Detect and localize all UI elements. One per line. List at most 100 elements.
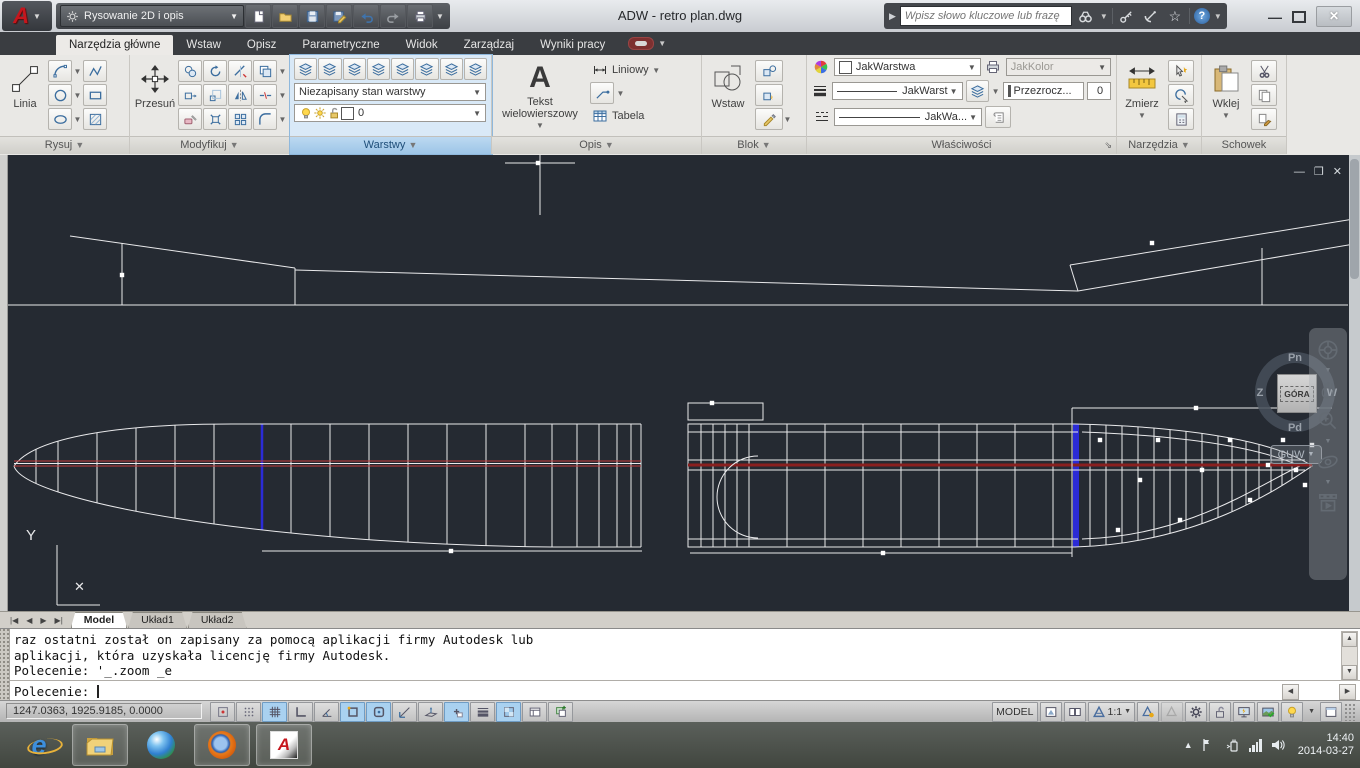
quick-select-button[interactable]: [1168, 60, 1194, 82]
layer-properties-button[interactable]: [294, 58, 317, 80]
isolate-objects-button[interactable]: [1257, 702, 1279, 722]
circle-tool-button[interactable]: [48, 84, 72, 106]
calculator-button[interactable]: [1168, 108, 1194, 130]
chevron-down-icon[interactable]: ▼: [1325, 368, 1332, 373]
edit-attributes-button[interactable]: [755, 108, 783, 130]
pan-hand-icon[interactable]: [1316, 379, 1340, 403]
command-scrollbar[interactable]: ▲ ▼: [1341, 631, 1358, 681]
viewcube-north-label[interactable]: Pn: [1288, 352, 1302, 364]
status-menu-button[interactable]: ▼: [1305, 703, 1318, 721]
scroll-up-icon[interactable]: ▲: [1342, 632, 1357, 647]
measure-button[interactable]: Zmierz ▼: [1119, 57, 1165, 130]
search-binoculars-icon[interactable]: [1076, 7, 1096, 25]
zoom-icon[interactable]: [1316, 409, 1340, 433]
stretch-button[interactable]: [178, 84, 202, 106]
transparency-dropdown[interactable]: ▼: [992, 87, 1000, 96]
leader-dropdown[interactable]: ▼: [616, 89, 625, 98]
prev-layout-button[interactable]: ◀: [22, 613, 36, 628]
volume-icon[interactable]: [1270, 738, 1286, 752]
transparency-value[interactable]: 0: [1087, 82, 1111, 100]
ellipse-tool-button[interactable]: [48, 108, 72, 130]
search-input[interactable]: [900, 6, 1072, 26]
panel-label-utilities[interactable]: Narzędzia ▼: [1117, 136, 1201, 154]
viewcube-south-label[interactable]: Pd: [1288, 422, 1302, 434]
toolbar-lock-button[interactable]: [1209, 702, 1231, 722]
lineweight-toggle[interactable]: [470, 702, 495, 722]
chevron-down-icon[interactable]: ▼: [1325, 480, 1332, 485]
quick-view-drawings-button[interactable]: [1040, 702, 1062, 722]
properties-list-button[interactable]: [985, 106, 1011, 128]
panel-label-clipboard[interactable]: Schowek: [1202, 136, 1286, 154]
action-center-icon[interactable]: [1201, 738, 1217, 752]
panel-label-modify[interactable]: Modyfikuj ▼: [130, 136, 289, 154]
selection-cycling-toggle[interactable]: [548, 702, 573, 722]
navigation-wheel-icon[interactable]: [1316, 338, 1340, 362]
scroll-down-icon[interactable]: ▼: [1342, 665, 1357, 680]
table-button[interactable]: Tabela: [590, 107, 661, 125]
show-hidden-icons-button[interactable]: ▲: [1184, 740, 1193, 750]
ribbon-tab-parametryczne[interactable]: Parametryczne: [289, 35, 392, 55]
model-space-button[interactable]: MODEL: [992, 702, 1037, 722]
ribbon-tab-narz-dzia-g-wne[interactable]: Narzędzia główne: [56, 35, 173, 55]
scrollbar-thumb[interactable]: [1350, 159, 1359, 279]
fillet-dropdown[interactable]: ▼: [278, 115, 287, 124]
chevron-down-icon[interactable]: ▼: [1100, 12, 1108, 21]
drawing-close-button[interactable]: ✕: [1333, 165, 1342, 179]
stack-dropdown[interactable]: ▼: [278, 67, 287, 76]
layout-tab-układ1[interactable]: Układ1: [128, 612, 187, 628]
ortho-mode-toggle[interactable]: [288, 702, 313, 722]
object-color-combo[interactable]: JakWarstwa▼: [834, 58, 981, 76]
chevron-down-icon[interactable]: ▼: [1325, 439, 1332, 444]
explode-button[interactable]: [203, 108, 227, 130]
status-tray-button[interactable]: [1281, 702, 1303, 722]
cut-button[interactable]: [1251, 60, 1277, 82]
quick-properties-toggle[interactable]: [522, 702, 547, 722]
hatch-tool-button[interactable]: [83, 108, 107, 130]
layout-tab-układ2[interactable]: Układ2: [188, 612, 247, 628]
annotation-visibility-button[interactable]: [1137, 702, 1159, 722]
close-button[interactable]: ✕: [1316, 6, 1352, 27]
transparency-field[interactable]: Przezrocz...: [1003, 82, 1085, 100]
multiline-text-button[interactable]: A Tekst wielowierszowy ▼: [494, 57, 586, 131]
internet-explorer-taskbar-icon[interactable]: e: [12, 725, 66, 765]
help-button[interactable]: ?: [1194, 8, 1210, 24]
color-wheel-icon[interactable]: [812, 58, 831, 76]
dynamic-ucs-toggle[interactable]: [418, 702, 443, 722]
copy-clip-button[interactable]: [1251, 84, 1277, 106]
taskbar-clock[interactable]: 14:40 2014-03-27: [1298, 732, 1354, 758]
layer-current-button[interactable]: [343, 58, 366, 80]
polar-tracking-toggle[interactable]: [314, 702, 339, 722]
polyline-tool-button[interactable]: [83, 60, 107, 82]
infer-constraints-toggle[interactable]: [210, 702, 235, 722]
network-icon[interactable]: [1249, 739, 1262, 752]
minimize-button[interactable]: —: [1268, 9, 1282, 25]
trim-button[interactable]: [228, 60, 252, 82]
copy-button[interactable]: [178, 60, 202, 82]
layer-isolate-button[interactable]: [391, 58, 414, 80]
arc-tool-button[interactable]: [48, 60, 72, 82]
linetype-combo[interactable]: JakWa...▼: [834, 108, 982, 126]
viewcube-west-label[interactable]: Z: [1257, 387, 1264, 399]
scroll-left-icon[interactable]: ◀: [1282, 684, 1299, 700]
ribbon-tab-widok[interactable]: Widok: [393, 35, 451, 55]
paste-special-button[interactable]: [1251, 108, 1277, 130]
object-snap-tracking-toggle[interactable]: [392, 702, 417, 722]
workspace-switching-button[interactable]: [1185, 702, 1207, 722]
canvas-scrollbar[interactable]: [1349, 155, 1360, 611]
paste-button[interactable]: Wklej ▼: [1204, 57, 1248, 130]
command-window-grip[interactable]: [0, 629, 10, 701]
clean-screen-button[interactable]: [1320, 702, 1342, 722]
drawing-restore-button[interactable]: ❒: [1314, 165, 1324, 179]
ribbon-tab-wstaw[interactable]: Wstaw: [173, 35, 234, 55]
mirror-button[interactable]: [228, 84, 252, 106]
autocad-taskbar-icon[interactable]: A: [256, 724, 312, 766]
rotate-button[interactable]: [203, 60, 227, 82]
breakT-dropdown[interactable]: ▼: [278, 91, 287, 100]
panel-expander-icon[interactable]: ⇘: [1104, 137, 1112, 153]
hardware-acceleration-button[interactable]: [1233, 702, 1255, 722]
auto-annotation-button[interactable]: [1161, 702, 1183, 722]
command-prompt[interactable]: Polecenie:: [14, 684, 99, 699]
lineweight-combo[interactable]: JakWarst▼: [832, 82, 963, 100]
line-button[interactable]: Linia: [2, 57, 48, 130]
snap-mode-toggle[interactable]: [236, 702, 261, 722]
